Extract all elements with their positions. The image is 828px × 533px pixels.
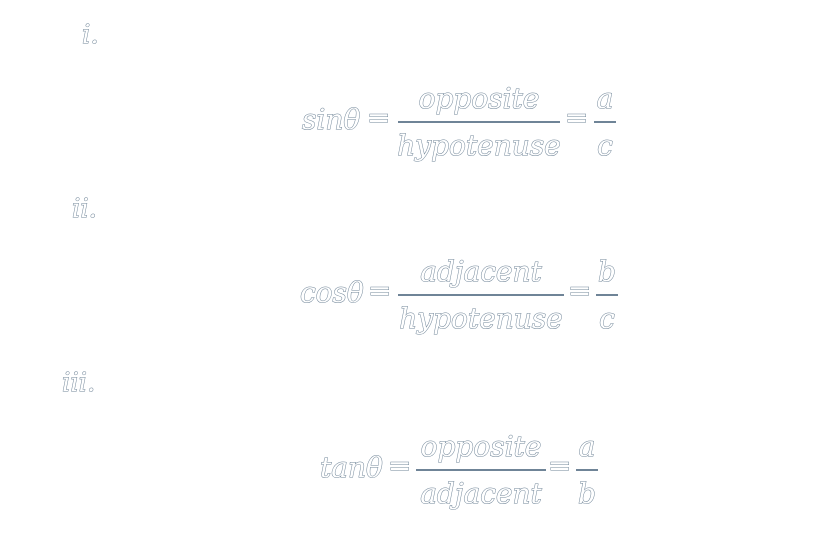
fraction-numerator: a xyxy=(578,430,596,463)
item-number-label: iii. xyxy=(61,368,96,398)
tangent-formula: tanθ = opposite adjacent = a b xyxy=(0,430,828,512)
side-fraction: a b xyxy=(576,430,598,510)
fraction-numerator: opposite xyxy=(418,82,540,115)
equals-sign: = xyxy=(366,101,391,134)
side-fraction: a c xyxy=(594,82,616,162)
ratio-fraction: opposite adjacent xyxy=(416,430,546,510)
equals-sign: = xyxy=(567,274,592,307)
fraction-denominator: b xyxy=(578,477,597,510)
fraction-bar xyxy=(596,294,618,296)
fraction-bar xyxy=(576,469,598,471)
fraction-numerator: b xyxy=(598,255,617,288)
fraction-denominator: hypotenuse xyxy=(399,302,563,335)
formula-lhs: tanθ xyxy=(320,451,384,484)
fraction-numerator: a xyxy=(596,82,614,115)
fraction-denominator: c xyxy=(597,129,614,162)
fraction-denominator: c xyxy=(599,302,616,335)
trig-ratios-document: { "items": [ { "label": "i.", "lhs": "si… xyxy=(0,0,828,533)
formula-lhs: sinθ xyxy=(301,103,361,136)
fraction-denominator: adjacent xyxy=(420,477,543,510)
ratio-fraction: opposite hypotenuse xyxy=(397,82,561,162)
fraction-bar xyxy=(416,469,546,471)
formula-lhs: cosθ xyxy=(300,276,365,309)
fraction-bar xyxy=(594,121,616,123)
equals-sign: = xyxy=(367,274,392,307)
fraction-bar xyxy=(398,294,564,296)
fraction-numerator: opposite xyxy=(420,430,542,463)
equals-sign: = xyxy=(564,101,589,134)
equals-sign: = xyxy=(387,449,412,482)
side-fraction: b c xyxy=(596,255,618,335)
equals-sign: = xyxy=(547,449,572,482)
item-number-label: ii. xyxy=(72,194,98,224)
item-number-label: i. xyxy=(82,20,100,50)
sine-formula: sinθ = opposite hypotenuse = a c xyxy=(0,82,828,164)
cosine-formula: cosθ = adjacent hypotenuse = b c xyxy=(0,255,828,337)
fraction-denominator: hypotenuse xyxy=(397,129,561,162)
ratio-fraction: adjacent hypotenuse xyxy=(398,255,564,335)
fraction-numerator: adjacent xyxy=(420,255,543,288)
fraction-bar xyxy=(398,121,560,123)
